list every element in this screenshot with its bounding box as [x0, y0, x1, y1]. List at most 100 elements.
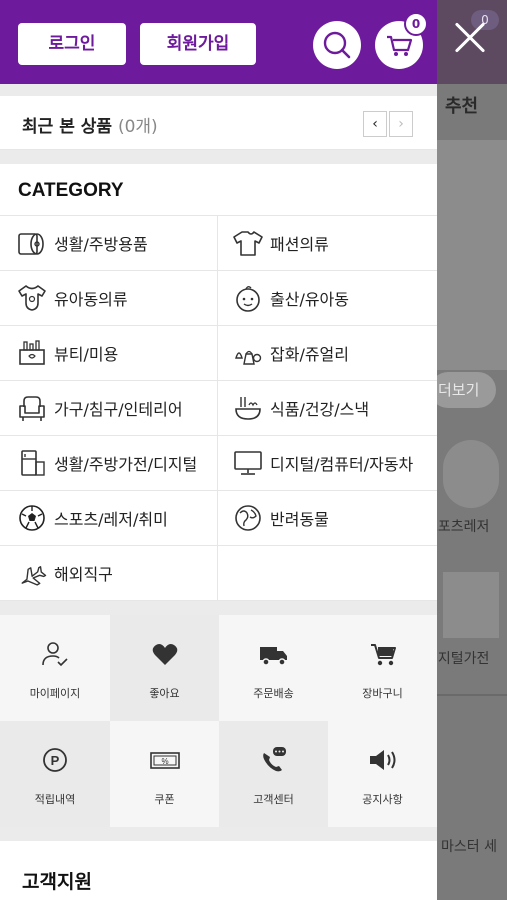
quick-menu-label: 주문배송 — [253, 687, 294, 700]
category-label: 반려동물 — [270, 510, 329, 529]
category-grid: 생활/주방용품 패션의류 유아동의류 출산/유아동 뷰티/미용 잡화/쥬얼리 가… — [0, 216, 437, 601]
side-menu-drawer: 로그인 회원가입 0 최근 본 상품 (0개) ‹ › CATEGORY 생활/… — [0, 0, 437, 900]
svg-text:%: % — [161, 757, 168, 766]
search-button[interactable] — [313, 21, 361, 69]
food-bowl-icon — [232, 393, 264, 423]
category-item[interactable]: 반려동물 — [218, 491, 437, 546]
quick-menu-label: 쿠폰 — [154, 793, 175, 806]
quick-menu-mypage[interactable]: 마이페이지 — [0, 615, 110, 721]
quick-menu-notice[interactable]: 공지사항 — [328, 721, 437, 827]
category-label: 생활/주방가전/디지털 — [54, 455, 198, 474]
baby-face-icon — [232, 283, 264, 313]
quick-menu-label: 마이페이지 — [29, 687, 81, 700]
background-product-image — [443, 572, 499, 638]
cart-count-badge: 0 — [404, 12, 428, 36]
category-item[interactable]: 뷰티/미용 — [0, 326, 218, 381]
coupon-icon: % — [149, 752, 180, 769]
svg-text:P: P — [51, 753, 60, 768]
category-item[interactable]: 가구/침구/인테리어 — [0, 381, 218, 436]
category-label: 잡화/쥬얼리 — [270, 345, 349, 364]
drawer-header: 로그인 회원가입 0 — [0, 0, 437, 84]
recent-viewed-title: 최근 본 상품 (0개) — [22, 112, 158, 137]
user-check-icon — [42, 642, 68, 667]
support-title: 고객지원 — [22, 871, 92, 893]
category-label: 패션의류 — [270, 235, 329, 254]
background-divider — [437, 694, 507, 696]
section-divider — [0, 827, 437, 841]
category-header: CATEGORY — [0, 164, 437, 216]
refrigerator-icon — [16, 448, 48, 478]
baby-bodysuit-icon — [16, 283, 48, 313]
close-menu-button[interactable] — [448, 16, 492, 60]
section-divider — [0, 84, 437, 96]
quick-menu-points[interactable]: P 적립내역 — [0, 721, 110, 827]
category-item[interactable]: 식품/건강/스낵 — [218, 381, 437, 436]
quick-menu-customer-center[interactable]: 고객센터 — [219, 721, 328, 827]
soccer-ball-icon — [16, 503, 48, 533]
quick-menu-label: 고객센터 — [253, 793, 294, 806]
category-item[interactable]: 스포츠/레저/취미 — [0, 491, 218, 546]
signup-button[interactable]: 회원가입 — [140, 23, 256, 65]
support-section: 고객지원 — [0, 841, 437, 900]
recent-viewed-count: (0개) — [117, 117, 158, 137]
background-item-label: 디지털가전 — [437, 651, 490, 667]
recent-prev-button[interactable]: ‹ — [363, 111, 387, 137]
monitor-icon — [232, 448, 264, 478]
airplane-icon — [16, 558, 48, 588]
tshirt-icon — [232, 228, 264, 258]
accessories-icon — [232, 338, 264, 368]
section-divider — [0, 150, 437, 164]
category-empty-cell — [218, 546, 437, 601]
recent-viewed-label: 최근 본 상품 — [22, 117, 113, 137]
category-item[interactable]: 출산/유아동 — [218, 271, 437, 326]
background-item-label: 스포츠레저 — [437, 519, 490, 535]
point-icon: P — [43, 748, 67, 772]
category-label: 유아동의류 — [54, 290, 128, 309]
background-more-button: 더보기 — [430, 372, 496, 408]
cart-icon — [370, 644, 396, 666]
speaker-icon — [369, 750, 395, 770]
category-label: 식품/건강/스낵 — [270, 400, 370, 419]
category-label: 해외직구 — [54, 565, 113, 584]
background-item-label: 마스터 세 — [441, 839, 497, 855]
quick-menu-label: 장바구니 — [362, 687, 403, 700]
quick-menu-label: 공지사항 — [362, 793, 403, 806]
quick-menu-like[interactable]: 좋아요 — [110, 615, 219, 721]
category-label: 가구/침구/인테리어 — [54, 400, 183, 419]
background-page: 0 추천 스포츠레저 디지털가전 마스터 세 — [437, 0, 507, 900]
quick-menu-label: 적립내역 — [34, 793, 76, 806]
pet-icon — [232, 503, 264, 533]
quick-menu-cart[interactable]: 장바구니 — [328, 615, 437, 721]
search-icon — [323, 31, 351, 59]
truck-icon — [259, 647, 287, 666]
category-item[interactable]: 디지털/컴퓨터/자동차 — [218, 436, 437, 491]
armchair-icon — [16, 393, 48, 423]
section-divider — [0, 601, 437, 615]
category-label: 출산/유아동 — [270, 290, 349, 309]
phone-chat-icon — [262, 747, 286, 772]
background-section-title: 추천 — [445, 96, 479, 117]
background-banner — [437, 140, 507, 370]
login-button[interactable]: 로그인 — [18, 23, 126, 65]
category-title: CATEGORY — [18, 180, 124, 201]
category-label: 뷰티/미용 — [54, 345, 119, 364]
quick-menu-orders[interactable]: 주문배송 — [219, 615, 328, 721]
category-item[interactable]: 생활/주방용품 — [0, 216, 218, 271]
recent-viewed-section: 최근 본 상품 (0개) ‹ › — [0, 96, 437, 150]
heart-icon — [152, 644, 177, 665]
background-product-image — [443, 440, 499, 508]
category-label: 생활/주방용품 — [54, 235, 148, 254]
category-item[interactable]: 해외직구 — [0, 546, 218, 601]
quick-menu-label: 좋아요 — [149, 687, 180, 700]
category-item[interactable]: 잡화/쥬얼리 — [218, 326, 437, 381]
category-item[interactable]: 유아동의류 — [0, 271, 218, 326]
quick-menu-coupon[interactable]: % 쿠폰 — [110, 721, 219, 827]
recent-next-button[interactable]: › — [389, 111, 413, 137]
category-item[interactable]: 생활/주방가전/디지털 — [0, 436, 218, 491]
cosmetics-icon — [16, 338, 48, 368]
category-label: 디지털/컴퓨터/자동차 — [270, 455, 414, 474]
quick-menu-grid: 마이페이지 좋아요 주문배송 장바구니 P 적립내역 % 쿠폰 고객센터 공지사… — [0, 615, 437, 827]
paper-towel-icon — [16, 228, 48, 258]
category-label: 스포츠/레저/취미 — [54, 510, 168, 529]
category-item[interactable]: 패션의류 — [218, 216, 437, 271]
